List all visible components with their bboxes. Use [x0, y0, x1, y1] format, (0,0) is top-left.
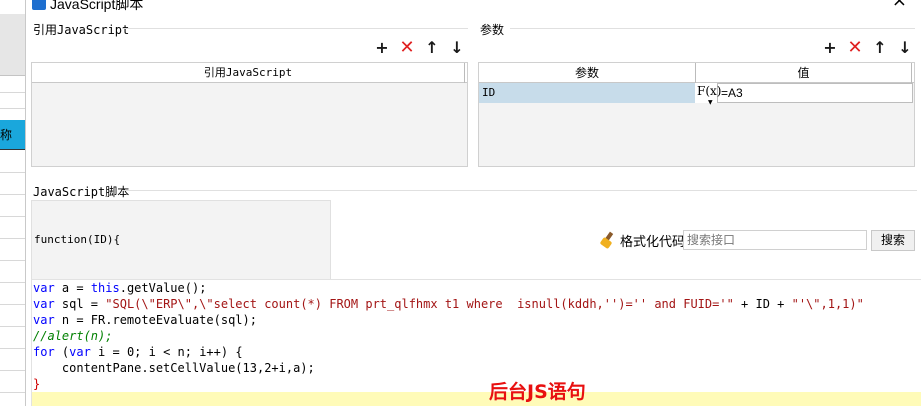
background-grid-line: [0, 260, 25, 261]
delete-icon[interactable]: ✕: [846, 37, 864, 58]
annotation-label: 后台JS语句: [489, 381, 586, 403]
code-line-current: [32, 392, 921, 406]
formula-icon[interactable]: F(x) ▼: [695, 83, 721, 106]
background-column-label: 称: [0, 128, 13, 142]
code-line: var sql = "SQL(\"ERP\",\"select count(*)…: [33, 297, 864, 311]
function-signature: function(ID){: [34, 233, 121, 246]
code-line: var n = FR.remoteEvaluate(sql);: [33, 313, 257, 327]
delete-icon[interactable]: ✕: [398, 37, 416, 58]
ref-section-label: 引用JavaScript: [33, 23, 130, 37]
code-line: }: [33, 377, 41, 391]
add-icon[interactable]: +: [821, 38, 839, 57]
ref-column-header[interactable]: 引用JavaScript: [32, 63, 465, 83]
ref-table-header: 引用JavaScript: [32, 63, 467, 83]
param-section-label: 参数: [480, 23, 505, 37]
background-grid-line: [0, 238, 25, 239]
move-down-icon[interactable]: ↓: [896, 38, 914, 57]
format-code-button[interactable]: 格式化代码: [599, 230, 686, 250]
background-grid-line: [0, 370, 25, 371]
code-line: var a = this.getValue();: [33, 281, 207, 295]
background-grid-line: [0, 92, 25, 93]
background-grid-line: [0, 392, 25, 393]
add-icon[interactable]: +: [373, 38, 391, 57]
param-row[interactable]: ID F(x) ▼ =A3: [479, 83, 913, 106]
background-grid-line: [0, 216, 25, 217]
move-up-icon[interactable]: ↑: [871, 38, 889, 57]
param-section-divider: [510, 28, 915, 29]
search-button[interactable]: 搜索: [871, 230, 915, 251]
code-line: contentPane.setCellValue(13,2+i,a);: [33, 361, 315, 375]
move-up-icon[interactable]: ↑: [423, 38, 441, 57]
ref-toolbar: + ✕ ↑ ↓: [373, 37, 466, 58]
function-signature-box: function(ID){: [31, 200, 331, 280]
move-down-icon[interactable]: ↓: [448, 38, 466, 57]
param-name-cell[interactable]: ID: [479, 83, 695, 103]
background-grid-line: [0, 348, 25, 349]
background-grid-line: [0, 108, 25, 109]
brush-icon: [599, 231, 616, 250]
chevron-down-icon: ▼: [708, 99, 713, 106]
background-column-header: 称: [0, 120, 25, 150]
dialog-title: JavaScript脚本: [50, 0, 144, 12]
param-value-field[interactable]: =A3: [717, 83, 913, 103]
background-app-strip: 称: [0, 0, 26, 406]
background-grid-line: [0, 194, 25, 195]
script-section-label: JavaScript脚本: [33, 185, 130, 199]
background-grid-line: [0, 326, 25, 327]
param-column-value[interactable]: 值: [696, 63, 912, 83]
code-editor[interactable]: var a = this.getValue(); var sql = "SQL(…: [31, 279, 921, 406]
script-section-divider: [122, 190, 917, 191]
param-column-name[interactable]: 参数: [479, 63, 696, 83]
code-line: //alert(n);: [33, 329, 113, 343]
dialog-titlebar[interactable]: JavaScript脚本 ×: [26, 0, 921, 14]
ref-section-divider: [122, 28, 468, 29]
param-toolbar: + ✕ ↑ ↓: [821, 37, 914, 58]
background-grid-line: [0, 304, 25, 305]
close-icon[interactable]: ×: [892, 0, 907, 10]
app-logo-icon: [32, 0, 46, 10]
format-code-label: 格式化代码: [620, 234, 686, 250]
param-table-header: 参数 值: [479, 63, 914, 83]
search-api-input[interactable]: [683, 230, 867, 250]
background-toolbar-area: [0, 14, 25, 76]
code-line: for (var i = 0; i < n; i++) {: [33, 345, 243, 359]
background-grid-line: [0, 282, 25, 283]
background-grid-line: [0, 172, 25, 173]
